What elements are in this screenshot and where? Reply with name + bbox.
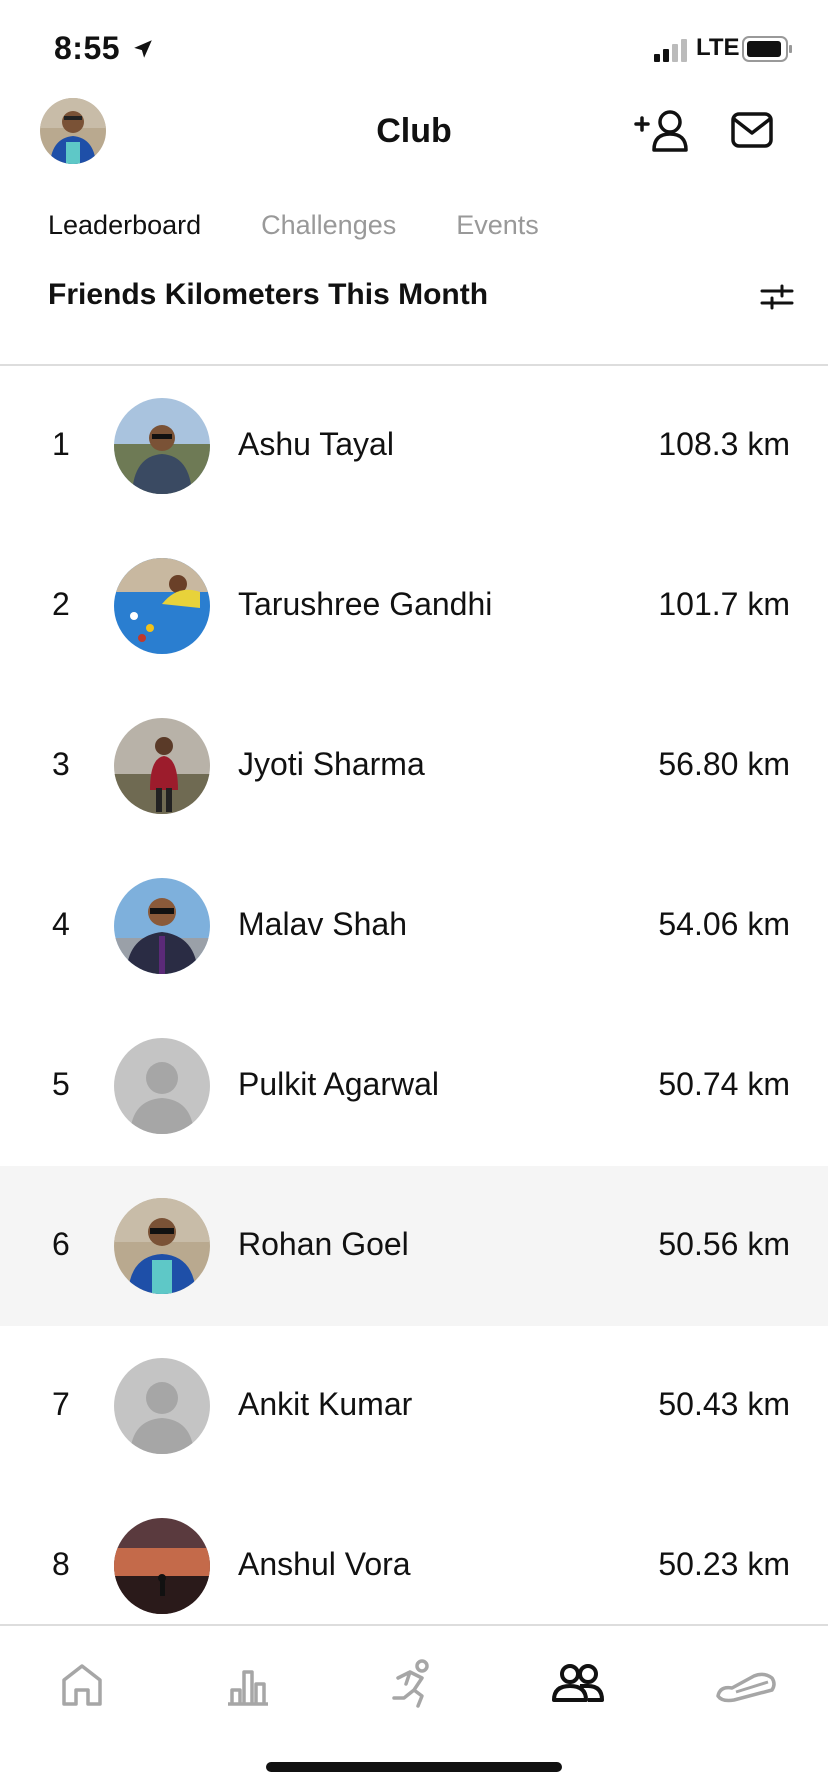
home-icon[interactable]: [54, 1656, 110, 1712]
rank: 3: [52, 746, 70, 782]
status-time: 8:55: [54, 30, 121, 66]
home-indicator: [266, 1762, 562, 1772]
tab-bar-top: Leaderboard Challenges Events: [48, 210, 539, 250]
add-friend-icon[interactable]: [634, 108, 694, 152]
avatar[interactable]: [114, 1518, 210, 1614]
leaderboard-row[interactable]: 4 Malav Shah 54.06 km: [0, 846, 828, 1006]
friend-name: Malav Shah: [238, 906, 407, 942]
distance: 50.74 km: [658, 1066, 790, 1102]
distance: 56.80 km: [658, 746, 790, 782]
leaderboard-row[interactable]: 2 Tarushree Gandhi 101.7 km: [0, 526, 828, 686]
mail-icon[interactable]: [730, 108, 774, 152]
friend-name: Jyoti Sharma: [238, 746, 425, 782]
header: Club: [0, 96, 828, 208]
run-icon[interactable]: [384, 1656, 440, 1712]
leaderboard-row[interactable]: 8 Anshul Vora 50.23 km: [0, 1486, 828, 1646]
shoe-icon[interactable]: [714, 1656, 778, 1712]
filter-icon[interactable]: [760, 282, 794, 312]
leaderboard-row[interactable]: 5 Pulkit Agarwal 50.74 km: [0, 1006, 828, 1166]
network-label: LTE: [696, 34, 740, 61]
rank: 2: [52, 586, 70, 622]
distance: 50.23 km: [658, 1546, 790, 1582]
distance: 54.06 km: [658, 906, 790, 942]
distance: 108.3 km: [658, 426, 790, 462]
distance: 50.43 km: [658, 1386, 790, 1422]
friend-name: Tarushree Gandhi: [238, 586, 493, 622]
friend-name: Pulkit Agarwal: [238, 1066, 439, 1102]
rank: 5: [52, 1066, 70, 1102]
section-title: Friends Kilometers This Month: [48, 278, 489, 311]
location-arrow-icon: [134, 40, 152, 58]
rank: 6: [52, 1226, 70, 1262]
leaderboard-row-current-user[interactable]: 6 Rohan Goel 50.56 km: [0, 1166, 828, 1326]
friend-name: Ankit Kumar: [238, 1386, 413, 1422]
rank: 1: [52, 426, 70, 462]
avatar[interactable]: [114, 398, 210, 494]
avatar[interactable]: [114, 1038, 210, 1134]
rank: 4: [52, 906, 70, 942]
avatar[interactable]: [114, 1198, 210, 1294]
rank: 7: [52, 1386, 70, 1422]
leaderboard-row[interactable]: 7 Ankit Kumar 50.43 km: [0, 1326, 828, 1486]
signal-icon: [654, 39, 687, 62]
status-bar: 8:55 LTE: [0, 0, 828, 100]
leaderboard-row[interactable]: 1 Ashu Tayal 108.3 km: [0, 366, 828, 526]
tab-leaderboard[interactable]: Leaderboard: [48, 210, 201, 250]
battery-icon: [742, 36, 792, 62]
avatar[interactable]: [114, 718, 210, 814]
friend-name: Rohan Goel: [238, 1226, 409, 1262]
friend-name: Anshul Vora: [238, 1546, 411, 1582]
avatar[interactable]: [114, 878, 210, 974]
tab-challenges[interactable]: Challenges: [261, 210, 396, 250]
avatar[interactable]: [114, 558, 210, 654]
club-icon[interactable]: [550, 1656, 606, 1712]
leaderboard-row[interactable]: 3 Jyoti Sharma 56.80 km: [0, 686, 828, 846]
activity-icon[interactable]: [220, 1656, 276, 1712]
distance: 101.7 km: [658, 586, 790, 622]
leaderboard-list: 1 Ashu Tayal 108.3 km 2 Tarushree Gandhi…: [0, 366, 828, 1646]
friend-name: Ashu Tayal: [238, 426, 394, 462]
tab-events[interactable]: Events: [456, 210, 539, 250]
page-title: Club: [376, 112, 452, 150]
avatar[interactable]: [114, 1358, 210, 1454]
rank: 8: [52, 1546, 70, 1582]
distance: 50.56 km: [658, 1226, 790, 1262]
